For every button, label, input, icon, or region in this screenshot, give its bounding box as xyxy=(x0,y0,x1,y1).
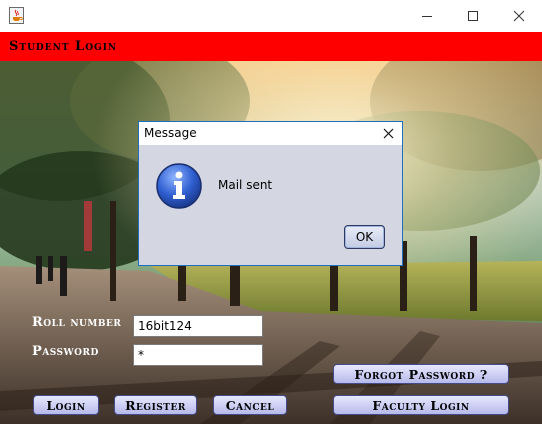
close-button[interactable] xyxy=(496,0,542,32)
roll-number-input[interactable] xyxy=(133,315,263,337)
maximize-button[interactable] xyxy=(450,0,496,32)
minimize-button[interactable] xyxy=(404,0,450,32)
page-title: Student Login xyxy=(9,39,118,54)
register-button[interactable]: Register xyxy=(114,395,197,415)
dialog-message: Mail sent xyxy=(218,178,273,192)
cancel-button[interactable]: Cancel xyxy=(213,395,287,415)
student-login-window: Student Login Roll number 16bit124 Passw… xyxy=(0,0,542,424)
password-label: Password xyxy=(32,344,99,359)
window-titlebar[interactable] xyxy=(0,0,542,32)
password-input[interactable] xyxy=(133,344,263,366)
forgot-password-button[interactable]: Forgot Password ? xyxy=(333,364,509,384)
maximize-icon xyxy=(468,11,478,21)
dialog-titlebar[interactable]: Message xyxy=(139,122,402,145)
login-button[interactable]: Login xyxy=(33,395,99,415)
java-coffee-icon xyxy=(9,7,24,24)
close-icon xyxy=(383,128,393,139)
dialog-title: Message xyxy=(144,126,197,140)
ok-button[interactable]: OK xyxy=(344,225,385,249)
message-dialog: Message Mail sent OK xyxy=(138,121,403,266)
app-header: Student Login xyxy=(0,32,542,61)
close-icon xyxy=(513,10,525,22)
info-icon xyxy=(156,163,202,209)
faculty-login-button[interactable]: Faculty Login xyxy=(333,395,509,415)
minimize-icon xyxy=(422,16,432,17)
roll-number-label: Roll number xyxy=(32,315,122,330)
dialog-close-button[interactable] xyxy=(374,122,402,145)
